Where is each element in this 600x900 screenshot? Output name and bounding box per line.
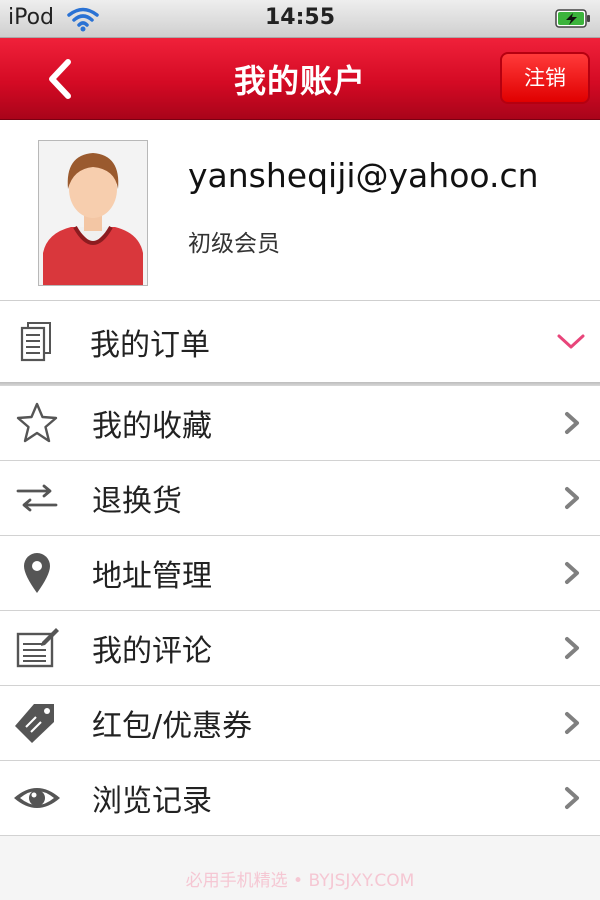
menu-item-favorites[interactable]: 我的收藏 — [0, 386, 600, 461]
menu-item-address[interactable]: 地址管理 — [0, 536, 600, 611]
account-menu: 我的收藏 退换货 地址管理 我的评论 红包/优惠券 浏览记录 — [0, 386, 600, 836]
profile-header: yansheqiji@yahoo.cn 初级会员 — [0, 120, 600, 300]
clock: 14:55 — [264, 5, 336, 30]
menu-item-label: 我的订单 — [90, 327, 210, 363]
menu-item-coupons[interactable]: 红包/优惠券 — [0, 686, 600, 761]
chevron-down-icon — [557, 334, 585, 348]
eye-icon — [14, 788, 60, 808]
user-avatar-icon — [39, 141, 147, 285]
comment-edit-icon — [16, 628, 59, 668]
battery-charging-icon — [555, 9, 590, 28]
chevron-right-icon — [565, 787, 579, 809]
chevron-right-icon — [565, 562, 579, 584]
menu-item-label: 地址管理 — [92, 559, 212, 594]
status-bar: iPod 14:55 — [0, 0, 600, 38]
watermark: 必用手机精选 • BYJSJXY.COM — [185, 871, 415, 891]
menu-item-reviews[interactable]: 我的评论 — [0, 611, 600, 686]
menu-item-label: 浏览记录 — [92, 784, 212, 819]
menu-item-label: 我的收藏 — [92, 409, 212, 444]
menu-item-orders[interactable]: 我的订单 — [0, 300, 600, 382]
star-icon — [16, 402, 58, 443]
nav-bar: 我的账户 注销 — [0, 38, 600, 120]
avatar — [38, 140, 148, 286]
chevron-right-icon — [565, 637, 579, 659]
member-level: 初级会员 — [188, 231, 280, 257]
location-pin-icon — [24, 553, 50, 593]
user-email: yansheqiji@yahoo.cn — [188, 156, 539, 195]
chevron-right-icon — [565, 412, 579, 434]
menu-item-returns[interactable]: 退换货 — [0, 461, 600, 536]
chevron-right-icon — [565, 487, 579, 509]
logout-button[interactable]: 注销 — [500, 52, 590, 104]
menu-item-label: 红包/优惠券 — [92, 709, 253, 744]
exchange-arrows-icon — [16, 484, 58, 512]
menu-item-label: 我的评论 — [92, 634, 212, 669]
menu-item-history[interactable]: 浏览记录 — [0, 761, 600, 836]
coupon-tag-icon — [15, 704, 54, 743]
chevron-right-icon — [565, 712, 579, 734]
menu-item-label: 退换货 — [92, 484, 182, 519]
document-list-icon — [20, 321, 51, 361]
